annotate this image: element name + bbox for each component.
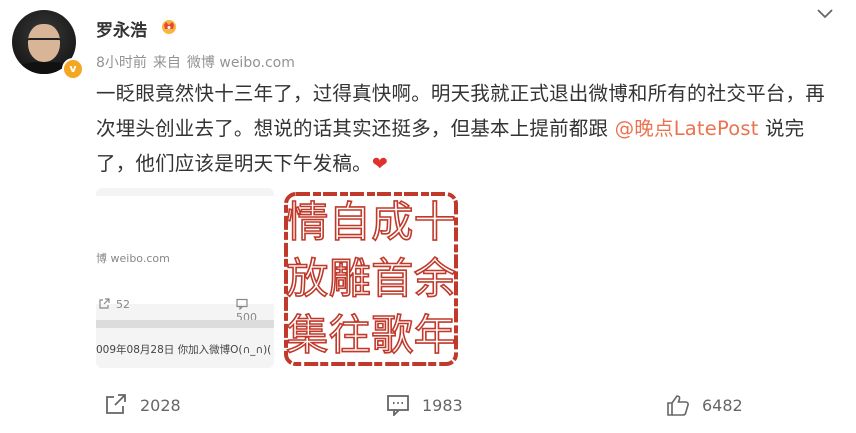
seal-char: 首 bbox=[371, 254, 413, 303]
seal-char: 十 bbox=[414, 197, 456, 246]
seal-char: 集 bbox=[286, 311, 328, 360]
seal-stamp-image: 十余年 成首歌 自雕往 情放集 bbox=[284, 192, 458, 366]
thumb-separator bbox=[96, 320, 274, 328]
repost-count: 2028 bbox=[140, 395, 181, 415]
crown-icon bbox=[162, 20, 176, 34]
post-source[interactable]: 微博 weibo.com bbox=[187, 55, 295, 71]
post-text: 一眨眼竟然快十三年了，过得真快啊。明天我就正式退出微博和所有的社交平台，再次埋头… bbox=[96, 76, 836, 182]
post-meta: 8小时前 来自 微博 weibo.com bbox=[96, 52, 301, 72]
comment-icon bbox=[387, 395, 409, 416]
post-time[interactable]: 8小时前 bbox=[96, 55, 147, 71]
like-button[interactable]: 6482 bbox=[666, 394, 743, 416]
chevron-down-icon[interactable] bbox=[816, 6, 834, 20]
mention-link[interactable]: @晚点LatePost bbox=[615, 117, 759, 140]
comment-button[interactable]: 1983 bbox=[386, 394, 463, 416]
source-prefix: 来自 bbox=[152, 55, 181, 71]
username[interactable]: 罗永浩 bbox=[96, 16, 147, 41]
seal-char: 雕 bbox=[329, 254, 371, 303]
screenshot-panel: 博 weibo.com bbox=[96, 196, 274, 304]
thumb-repost-stat: 52 bbox=[98, 298, 130, 311]
seal-char: 往 bbox=[329, 311, 371, 360]
like-count: 6482 bbox=[702, 395, 743, 415]
thumb-repost-count: 52 bbox=[116, 298, 130, 311]
repost-icon bbox=[99, 298, 110, 309]
seal-char: 放 bbox=[286, 254, 328, 303]
thumb-source-text: 博 weibo.com bbox=[96, 252, 170, 265]
thumb-date-text: 009年08月28日 你加入微博O(∩_∩)( bbox=[96, 344, 272, 356]
like-icon bbox=[667, 395, 689, 416]
verified-badge: v bbox=[62, 58, 84, 80]
seal-char: 自 bbox=[329, 197, 371, 246]
repost-icon bbox=[106, 394, 126, 414]
seal-char: 歌 bbox=[371, 311, 413, 360]
heart-icon: ❤ bbox=[371, 153, 388, 175]
comment-icon bbox=[236, 298, 248, 311]
image-thumbnail-2[interactable]: 十余年 成首歌 自雕往 情放集 bbox=[280, 188, 462, 370]
seal-char: 年 bbox=[414, 311, 456, 360]
image-thumbnail-1[interactable]: 博 weibo.com 52 500 009年08月28日 你加入微博O(∩_∩… bbox=[96, 188, 274, 368]
comment-count: 1983 bbox=[422, 395, 463, 415]
seal-char: 情 bbox=[286, 197, 328, 246]
avatar[interactable]: v bbox=[12, 10, 84, 80]
seal-char: 余 bbox=[414, 254, 456, 303]
seal-char: 成 bbox=[371, 197, 413, 246]
repost-button[interactable]: 2028 bbox=[104, 394, 181, 416]
